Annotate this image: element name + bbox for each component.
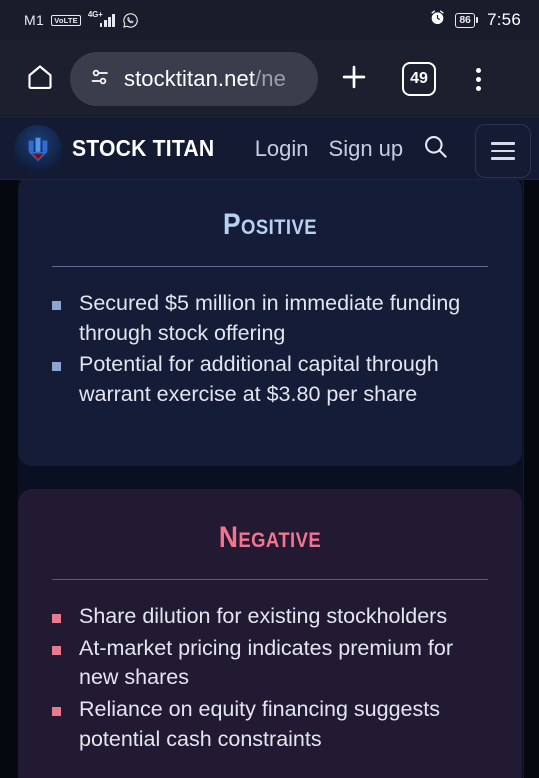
negative-summary-card: Negative Share dilution for existing sto… bbox=[18, 489, 522, 778]
header-nav: Login Sign up bbox=[255, 136, 403, 162]
search-icon bbox=[421, 132, 450, 166]
hamburger-menu-icon bbox=[491, 142, 515, 145]
positive-card-title: Positive bbox=[222, 208, 318, 241]
battery-level-label: 86 bbox=[455, 12, 475, 28]
three-dot-menu-icon bbox=[475, 67, 481, 91]
login-link[interactable]: Login bbox=[255, 136, 309, 162]
site-header: STOCK TITAN Login Sign up bbox=[0, 118, 539, 180]
negative-card-title: Negative bbox=[218, 521, 322, 554]
browser-menu-button[interactable] bbox=[452, 67, 504, 91]
list-item: Share dilution for existing stockholders bbox=[52, 602, 498, 632]
url-text: stocktitan.net/ne bbox=[124, 66, 286, 92]
home-button[interactable] bbox=[14, 62, 66, 97]
positive-card-divider bbox=[52, 266, 488, 267]
list-item: Reliance on equity financing suggests po… bbox=[52, 695, 498, 754]
status-bar-right: 86 7:56 bbox=[429, 9, 521, 31]
url-host: stocktitan.net bbox=[124, 66, 256, 91]
phone-screen: M1 VoLTE 4G+ 86 7:56 stocktitan.net/ne 4… bbox=[0, 0, 539, 778]
alarm-clock-icon bbox=[429, 9, 446, 31]
tab-switcher-button[interactable]: 49 bbox=[386, 62, 452, 96]
negative-bullet-list: Share dilution for existing stockholders… bbox=[52, 602, 498, 754]
address-bar[interactable]: stocktitan.net/ne bbox=[70, 52, 318, 106]
clock-label: 7:56 bbox=[487, 10, 521, 29]
page-content: Positive Secured $5 million in immediate… bbox=[0, 180, 539, 778]
tab-count-badge: 49 bbox=[402, 62, 436, 96]
positive-bullet-list: Secured $5 million in immediate funding … bbox=[52, 289, 498, 410]
status-bar-left: M1 VoLTE 4G+ bbox=[24, 10, 139, 29]
hamburger-menu-button[interactable] bbox=[475, 124, 531, 178]
url-path: /ne bbox=[255, 66, 286, 91]
browser-toolbar: stocktitan.net/ne 49 bbox=[0, 40, 539, 118]
home-icon bbox=[25, 62, 55, 97]
carrier-label: M1 bbox=[24, 12, 45, 28]
list-item: Potential for additional capital through… bbox=[52, 350, 498, 409]
brand-name[interactable]: STOCK TITAN bbox=[72, 135, 214, 162]
negative-card-divider bbox=[52, 579, 488, 580]
signal-strength-icon: 4G+ bbox=[88, 10, 115, 27]
page-settings-icon[interactable] bbox=[88, 65, 112, 94]
stock-titan-logo-icon[interactable] bbox=[14, 124, 62, 173]
android-status-bar: M1 VoLTE 4G+ 86 7:56 bbox=[0, 0, 539, 40]
list-item: At-market pricing indicates premium for … bbox=[52, 634, 498, 693]
list-item: Secured $5 million in immediate funding … bbox=[52, 289, 498, 348]
search-button[interactable] bbox=[421, 132, 450, 166]
battery-indicator: 86 bbox=[455, 12, 479, 28]
whatsapp-icon bbox=[122, 12, 139, 29]
volte-badge: VoLTE bbox=[51, 14, 81, 26]
signup-link[interactable]: Sign up bbox=[329, 136, 404, 162]
new-tab-button[interactable] bbox=[322, 60, 386, 99]
network-type-label: 4G+ bbox=[87, 9, 103, 19]
battery-tip bbox=[476, 17, 479, 23]
positive-summary-card: Positive Secured $5 million in immediate… bbox=[18, 180, 522, 466]
plus-icon bbox=[337, 60, 371, 99]
